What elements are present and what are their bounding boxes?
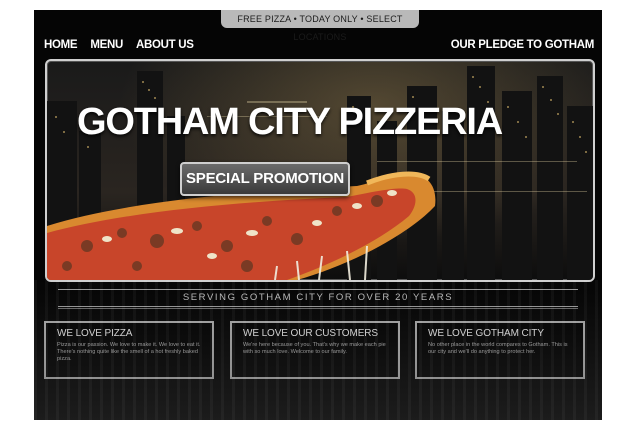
- hero-banner: GOTHAM CITY PIZZERIA SPECIAL PROMOTION: [45, 59, 595, 282]
- nav-menu-link[interactable]: MENU: [90, 39, 123, 51]
- card-title: WE LOVE GOTHAM CITY: [428, 328, 544, 339]
- card-title: WE LOVE OUR CUSTOMERS: [243, 328, 378, 339]
- promo-banner[interactable]: FREE PIZZA • TODAY ONLY • SELECT LOCATIO…: [221, 10, 419, 42]
- tagline-banner: SERVING GOTHAM CITY FOR OVER 20 YEARS: [58, 289, 578, 307]
- hero-title: GOTHAM CITY PIZZERIA: [77, 101, 503, 143]
- card-love-gotham[interactable]: WE LOVE GOTHAM CITY No other place in th…: [415, 321, 585, 379]
- nav-pledge-link[interactable]: OUR PLEDGE TO GOTHAM: [451, 39, 595, 51]
- nav-about-link[interactable]: ABOUT US: [136, 39, 194, 51]
- card-love-pizza[interactable]: WE LOVE PIZZA Pizza is our passion. We l…: [44, 321, 214, 379]
- nav-home-link[interactable]: HOME: [44, 39, 78, 51]
- tagline-divider: [58, 308, 578, 309]
- main-nav: HOME MENU ABOUT US: [44, 39, 194, 51]
- card-body: We're here because of you. That's why we…: [243, 342, 386, 355]
- card-title: WE LOVE PIZZA: [57, 328, 133, 339]
- tagline-text: SERVING GOTHAM CITY FOR OVER 20 YEARS: [182, 292, 454, 303]
- card-body: Pizza is our passion. We love to make it…: [57, 342, 201, 362]
- card-love-customers[interactable]: WE LOVE OUR CUSTOMERS We're here because…: [230, 321, 400, 379]
- page: FREE PIZZA • TODAY ONLY • SELECT LOCATIO…: [34, 10, 602, 420]
- card-body: No other place in the world compares to …: [428, 342, 568, 355]
- special-promotion-button[interactable]: SPECIAL PROMOTION: [180, 162, 350, 196]
